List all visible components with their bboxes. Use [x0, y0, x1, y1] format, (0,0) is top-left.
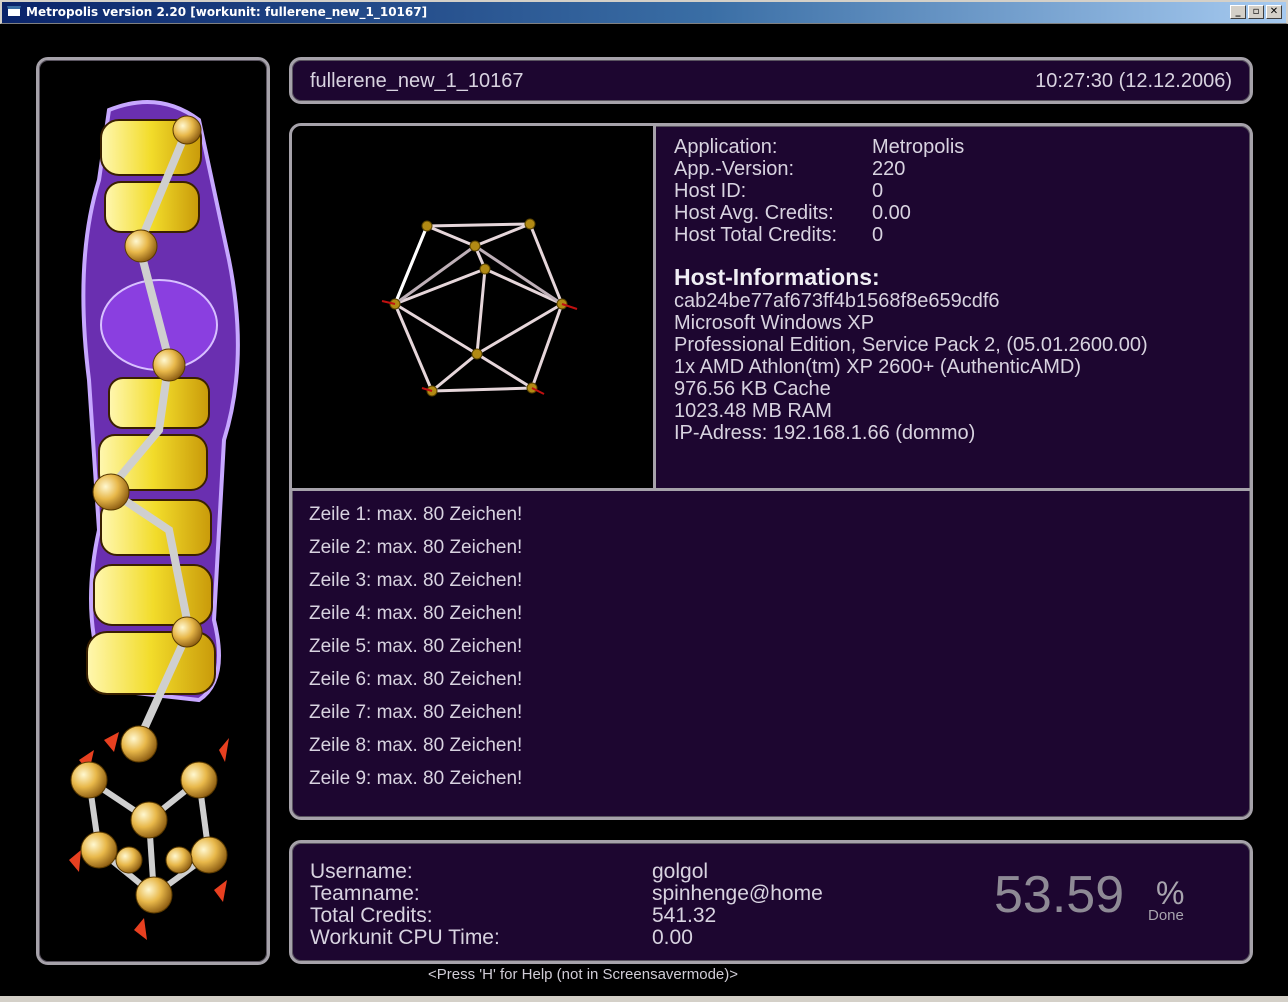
minimize-button[interactable]: _: [1230, 5, 1246, 19]
message-lines: Zeile 1: max. 80 Zeichen! Zeile 2: max. …: [309, 498, 522, 795]
host-info-line: Professional Edition, Service Pack 2, (0…: [674, 334, 1148, 356]
message-line: Zeile 6: max. 80 Zeichen!: [309, 669, 523, 690]
message-line: Zeile 8: max. 80 Zeichen!: [309, 735, 523, 756]
app-window-icon: [7, 6, 21, 17]
user-info-row: Teamname: spinhenge@home: [310, 883, 823, 905]
window-bottom-border: [0, 996, 1288, 1002]
app-info-key: Application:: [674, 136, 778, 158]
host-info-line: 976.56 KB Cache: [674, 378, 831, 400]
title-bar[interactable]: Metropolis version 2.20 [workunit: fulle…: [0, 0, 1288, 24]
message-line: Zeile 3: max. 80 Zeichen!: [309, 570, 523, 591]
user-info-key: Username:: [310, 860, 413, 883]
user-info: Username: golgol Teamname: spinhenge@home …: [310, 861, 823, 949]
app-info-row: Application: Metropolis: [674, 136, 964, 158]
app-info-key: App.-Version:: [674, 158, 795, 180]
user-info-key: Workunit CPU Time:: [310, 926, 500, 949]
user-panel: Username: golgol Teamname: spinhenge@home …: [289, 840, 1253, 964]
user-info-value: 0.00: [652, 926, 693, 949]
progress-label: Done: [1148, 907, 1184, 924]
app-info-row: Host Total Credits: 0: [674, 224, 964, 246]
user-info-row: Username: golgol: [310, 861, 823, 883]
user-info-row: Total Credits: 541.32: [310, 905, 823, 927]
message-line: Zeile 1: max. 80 Zeichen!: [309, 504, 523, 525]
app-info-value: Metropolis: [872, 136, 965, 158]
user-info-value: spinhenge@home: [652, 882, 823, 905]
window-title: Metropolis version 2.20 [workunit: fulle…: [26, 5, 428, 19]
host-info-line: cab24be77af673ff4b1568f8e659cdf6: [674, 290, 1000, 312]
workunit-name: fullerene_new_1_10167: [310, 70, 524, 92]
host-info-line: 1x AMD Athlon(tm) XP 2600+ (AuthenticAMD…: [674, 356, 1082, 378]
app-info-key: Host Avg. Credits:: [674, 202, 834, 224]
info-panel: Application: Metropolis App.-Version: 220 …: [289, 123, 1253, 820]
app-info-value: 220: [872, 158, 906, 180]
window-controls: _ ▫ ✕: [1230, 5, 1282, 19]
restore-button[interactable]: ▫: [1248, 5, 1264, 19]
user-info-key: Total Credits:: [310, 904, 433, 927]
user-info-row: Workunit CPU Time: 0.00: [310, 927, 823, 949]
app-info-row: App.-Version: 220: [674, 158, 964, 180]
panel-divider: [292, 488, 1250, 491]
user-info-value: 541.32: [652, 904, 717, 927]
app-info-row: Host Avg. Credits: 0.00: [674, 202, 964, 224]
close-button[interactable]: ✕: [1266, 5, 1282, 19]
app-info-value: 0.00: [872, 202, 911, 224]
host-info-line: 1023.48 MB RAM: [674, 400, 832, 422]
message-line: Zeile 7: max. 80 Zeichen!: [309, 702, 523, 723]
help-hint: <Press 'H' for Help (not in Screensaverm…: [428, 966, 739, 983]
molecule-3d-icon: [381, 218, 578, 397]
message-line: Zeile 4: max. 80 Zeichen!: [309, 603, 523, 624]
host-info-title: Host-Informations:: [674, 264, 880, 290]
header-panel: fullerene_new_1_10167 10:27:30 (12.12.20…: [289, 57, 1253, 104]
application-info: Application: Metropolis App.-Version: 220 …: [674, 136, 964, 246]
datetime: 10:27:30 (12.12.2006): [1035, 70, 1232, 92]
host-info-line: IP-Adress: 192.168.1.66 (dommo): [674, 422, 976, 444]
logo-panel: [36, 57, 270, 965]
spinhenge-home-logo: [69, 100, 240, 940]
user-info-value: golgol: [652, 860, 709, 883]
host-info-line: Microsoft Windows XP: [674, 312, 875, 334]
message-line: Zeile 2: max. 80 Zeichen!: [309, 537, 523, 558]
message-line: Zeile 5: max. 80 Zeichen!: [309, 636, 523, 657]
message-line: Zeile 9: max. 80 Zeichen!: [309, 768, 523, 789]
molecule-icon: [69, 732, 229, 940]
app-info-value: 0: [872, 180, 884, 202]
app-info-key: Host ID:: [674, 180, 747, 202]
host-info-lines: cab24be77af673ff4b1568f8e659cdf6 Microso…: [674, 290, 1148, 444]
app-info-value: 0: [872, 224, 884, 246]
molecule-viewer: [292, 126, 656, 490]
app-info-key: Host Total Credits:: [674, 224, 838, 246]
user-info-key: Teamname:: [310, 882, 420, 905]
progress-percent: 53.59: [994, 866, 1125, 924]
app-info-row: Host ID: 0: [674, 180, 964, 202]
